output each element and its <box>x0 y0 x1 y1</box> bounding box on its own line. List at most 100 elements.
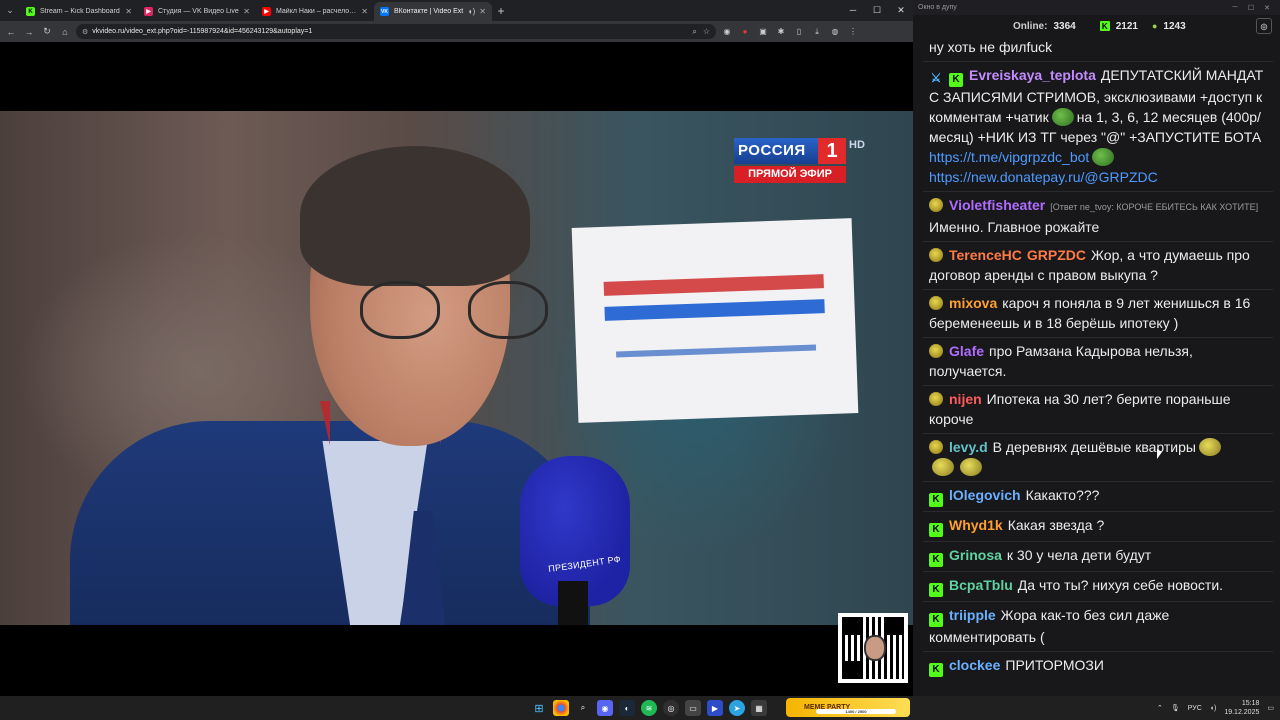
username[interactable]: Grinosa <box>949 547 1002 563</box>
browser-window: ⌄ K Stream – Kick Dashboard ✕ ▶ Студия —… <box>0 0 913 696</box>
extension-icon[interactable]: ◉ <box>720 25 734 39</box>
maximize-icon[interactable]: ☐ <box>865 0 889 21</box>
kick-badge-icon: K <box>929 663 943 677</box>
tab-close-icon[interactable]: ✕ <box>361 7 368 16</box>
reply-context: [Ответ ne_tvoy: КОРОЧЕ ЕБИТЕСЬ КАК ХОТИТ… <box>1050 202 1259 212</box>
username[interactable]: clockee <box>949 657 1000 673</box>
tab-strip: ⌄ K Stream – Kick Dashboard ✕ ▶ Студия —… <box>0 0 913 21</box>
site-info-icon[interactable]: ⚙ <box>82 28 88 36</box>
tab-vk-studio[interactable]: ▶ Студия — VK Видео Live ✕ <box>138 2 256 21</box>
username[interactable]: triipple <box>949 607 996 623</box>
extensions-puzzle-icon[interactable]: ✱ <box>774 25 788 39</box>
tab-close-icon[interactable]: ✕ <box>243 7 250 16</box>
discord-icon[interactable]: ◉ <box>597 700 613 716</box>
microphone-icon[interactable]: 🎙︎ <box>1171 704 1180 712</box>
qr-code <box>838 613 908 683</box>
username[interactable]: Glafe <box>949 343 984 359</box>
tab-close-icon[interactable]: ✕ <box>479 7 486 16</box>
meme-party-widget[interactable]: MEME PARTY 1400 / 2500 <box>786 698 910 717</box>
clock[interactable]: 15:18 19.12.2025 <box>1224 699 1259 717</box>
windows-start-icon[interactable]: ⊞ <box>531 700 547 716</box>
pepe-emote-icon <box>1198 438 1221 456</box>
steam-icon[interactable]: ◐ <box>619 700 635 716</box>
message-text: Именно. Главное рожайте <box>929 219 1100 235</box>
reload-icon[interactable]: ↻ <box>40 25 54 39</box>
tab-vk-video-ext[interactable]: VK ВКонтакте | Video Ext ◖) ✕ <box>374 2 492 21</box>
extension-icon[interactable]: ● <box>738 25 752 39</box>
zoom-icon[interactable]: ⌕ <box>692 27 696 37</box>
tab-kick-dashboard[interactable]: K Stream – Kick Dashboard ✕ <box>20 2 138 21</box>
page-viewport: ПРЕЗИДЕНТ РФ РОССИЯ 1 HD ПРЯМОЙ ЭФИР <box>0 42 913 696</box>
telegram-link[interactable]: https://t.me/vipgrpzdc_bot <box>929 149 1089 165</box>
spotify-icon[interactable]: ≋ <box>641 700 657 716</box>
browser-toolbar: ← → ↻ ⌂ ⚙ vkvideo.ru/video_ext.php?oid=-… <box>0 21 913 42</box>
chat-window-title: Окно в дупу <box>918 4 957 11</box>
download-icon[interactable]: ⤓ <box>810 25 824 39</box>
tab-title: Студия — VK Видео Live <box>158 8 239 15</box>
donate-link[interactable]: https://new.donatepay.ru/@GRPZDC <box>929 169 1158 185</box>
username[interactable]: TerenceHC <box>949 247 1022 263</box>
tab-search-icon[interactable]: ⌄ <box>0 0 20 21</box>
menu-icon[interactable]: ⋮ <box>846 25 860 39</box>
obs-icon[interactable]: ◎ <box>663 700 679 716</box>
new-tab-button[interactable]: + <box>492 2 510 21</box>
close-icon[interactable]: ✕ <box>1259 4 1275 12</box>
clock-date: 19.12.2025 <box>1224 709 1260 716</box>
chat-message: nijen Ипотека на 30 лет? берите пораньше … <box>923 386 1273 434</box>
telegram-icon[interactable]: ➤ <box>729 700 745 716</box>
username[interactable]: Whyd1k <box>949 517 1003 533</box>
message-text: Какая звезда ? <box>1007 517 1105 533</box>
search-icon[interactable]: ⌕ <box>575 700 591 716</box>
chat-window: Окно в дупу ─ ☐ ✕ Online: 3364 K 2121 ● … <box>913 0 1280 696</box>
online-label: Online: <box>1013 20 1048 32</box>
pepe-icon: ● <box>1151 21 1158 31</box>
address-bar[interactable]: ⚙ vkvideo.ru/video_ext.php?oid=-11598792… <box>76 24 716 39</box>
username[interactable]: nijen <box>949 391 982 407</box>
tab-close-icon[interactable]: ✕ <box>125 7 132 16</box>
username[interactable]: BcpaTblu <box>949 577 1013 593</box>
profile-avatar-icon[interactable]: ◍ <box>828 25 842 39</box>
live-badge: ПРЯМОЙ ЭФИР <box>734 166 846 183</box>
tab-youtube[interactable]: ▶ Майкл Наки – расчеловечива… ✕ <box>256 2 374 21</box>
bookmark-star-icon[interactable]: ☆ <box>703 27 710 36</box>
close-icon[interactable]: ✕ <box>889 0 913 21</box>
channel-logo: РОССИЯ 1 HD ПРЯМОЙ ЭФИР <box>734 138 865 188</box>
notifications-icon[interactable]: ▭ <box>1267 704 1274 712</box>
minimize-icon[interactable]: ─ <box>841 0 865 21</box>
chrome-icon[interactable] <box>553 700 569 716</box>
chat-message: ну хоть не филfuck <box>923 37 1273 62</box>
speaker-icon[interactable]: ◖) <box>468 7 476 16</box>
mention[interactable]: GRPZDC <box>1027 247 1086 263</box>
forward-icon[interactable]: → <box>22 25 36 39</box>
minimize-icon[interactable]: ─ <box>1227 4 1243 11</box>
settings-icon[interactable]: ◎ <box>1256 18 1272 34</box>
pepe-badge-icon <box>929 344 943 358</box>
chevron-up-icon[interactable]: ⌃ <box>1157 704 1163 712</box>
sidebar-icon[interactable]: ▯ <box>792 25 806 39</box>
maximize-icon[interactable]: ☐ <box>1243 4 1259 12</box>
media-player-icon[interactable]: ▶ <box>707 700 723 716</box>
pepe-badge-icon <box>929 248 943 262</box>
message-text: Да что ты? нихуя себе новости. <box>1017 577 1224 593</box>
home-icon[interactable]: ⌂ <box>58 25 72 39</box>
chat-message-list[interactable]: ну хоть не филfuck ⚔ K Evreiskaya_teplota Д… <box>923 37 1273 681</box>
app-icon[interactable]: ▦ <box>751 700 767 716</box>
chat-message: Glafe про Рамзана Кадырова нельзя, получа… <box>923 338 1273 386</box>
tab-title: Stream – Kick Dashboard <box>40 8 120 15</box>
chat-message: K Whyd1k Какая звезда ? <box>923 512 1273 542</box>
back-icon[interactable]: ← <box>4 25 18 39</box>
app-icon[interactable]: ▭ <box>685 700 701 716</box>
username[interactable]: Evreiskaya_teplota <box>969 67 1096 83</box>
username[interactable]: Violetfisheater <box>949 197 1045 213</box>
extension-icon[interactable]: ▣ <box>756 25 770 39</box>
username[interactable]: lOlegovich <box>949 487 1021 503</box>
kick-badge-icon: K <box>929 583 943 597</box>
youtube-favicon-icon: ▶ <box>262 7 271 16</box>
chat-message: K Grinosa к 30 у чела дети будут <box>923 542 1273 572</box>
language-indicator[interactable]: РУС <box>1188 705 1202 712</box>
username[interactable]: levy.d <box>949 439 988 455</box>
volume-icon[interactable]: ◖) <box>1210 705 1217 712</box>
username[interactable]: mixova <box>949 295 997 311</box>
video-player[interactable]: ПРЕЗИДЕНТ РФ РОССИЯ 1 HD ПРЯМОЙ ЭФИР <box>0 111 913 625</box>
pepe-emote-icon <box>932 458 954 476</box>
